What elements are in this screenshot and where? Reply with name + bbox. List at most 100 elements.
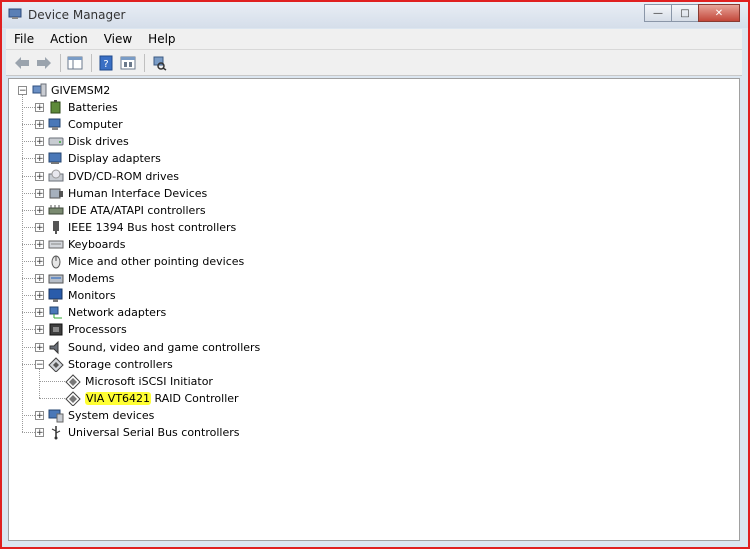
expand-expander[interactable]: + (35, 120, 44, 130)
expand-expander[interactable]: + (35, 428, 44, 438)
device-node[interactable]: Microsoft iSCSI Initiator (65, 373, 213, 390)
expand-expander[interactable]: + (35, 222, 44, 232)
device-category-node[interactable]: + Sound, video and game controllers (35, 339, 260, 356)
scan-hardware-changes-button[interactable] (149, 54, 169, 72)
expand-expander[interactable]: + (35, 154, 44, 164)
device-category-label: Storage controllers (68, 357, 173, 371)
device-category-node[interactable]: + Mice and other pointing devices (35, 253, 244, 270)
expand-expander[interactable]: + (35, 137, 44, 147)
expand-expander[interactable]: + (35, 171, 44, 181)
tree-connector (22, 278, 35, 280)
device-manager-window: Device Manager — □ ✕ File Action View He… (0, 0, 750, 549)
device-category-node[interactable]: − Storage controllers (35, 356, 173, 373)
storage-controller-icon (65, 373, 81, 389)
device-category-label: Universal Serial Bus controllers (68, 426, 240, 439)
device-node[interactable]: VIA VT6421 RAID Controller (65, 390, 239, 407)
tree-connector (22, 124, 35, 126)
device-manager-app-icon (8, 8, 22, 19)
device-category-label: DVD/CD-ROM drives (68, 169, 179, 183)
tree-connector (22, 414, 35, 416)
device-category-node[interactable]: + Network adapters (35, 304, 166, 321)
help-button[interactable]: ? (96, 54, 116, 72)
expand-expander[interactable]: + (35, 325, 44, 335)
device-category-node[interactable]: + Universal Serial Bus controllers (35, 424, 239, 441)
usb-icon (48, 426, 64, 440)
menu-view[interactable]: View (96, 32, 140, 46)
expand-expander[interactable]: + (35, 308, 44, 318)
back-arrow-icon (15, 56, 29, 69)
show-hide-console-tree-button[interactable] (65, 54, 85, 72)
tree-connector (22, 363, 35, 365)
device-category-node[interactable]: + Modems (35, 270, 114, 287)
device-category-label: Batteries (68, 101, 118, 115)
forward-button[interactable] (34, 54, 54, 72)
menu-help[interactable]: Help (140, 32, 183, 46)
display-adapter-icon (48, 152, 64, 166)
tree-connector (22, 243, 35, 245)
tree-connector (22, 432, 35, 433)
device-category-node[interactable]: + Keyboards (35, 236, 125, 253)
device-tree-pane[interactable]: − GIVEMSM2 + Batteries + Computer + Disk drives… (8, 78, 740, 541)
tree-connector (39, 368, 40, 398)
menu-file[interactable]: File (6, 32, 42, 46)
expand-expander[interactable]: + (35, 291, 44, 301)
back-button[interactable] (12, 54, 32, 72)
maximize-button[interactable]: □ (671, 4, 699, 22)
device-category-node[interactable]: + Processors (35, 321, 127, 338)
tree-connector (22, 141, 35, 143)
tree-connector (22, 261, 35, 262)
tree-root-node[interactable]: − GIVEMSM2 (18, 82, 110, 99)
computer-icon (31, 83, 47, 98)
expand-expander[interactable]: + (35, 188, 44, 198)
expand-expander[interactable]: + (35, 103, 44, 113)
minimize-button[interactable]: — (644, 4, 672, 22)
properties-icon (120, 56, 136, 69)
expand-expander[interactable]: + (35, 205, 44, 215)
expand-expander[interactable]: + (35, 274, 44, 284)
toolbar-separator (60, 53, 61, 72)
device-category-node[interactable]: + Disk drives (35, 133, 129, 150)
device-category-node[interactable]: + Display adapters (35, 150, 161, 167)
tree-connector (22, 95, 23, 432)
properties-button[interactable] (118, 54, 138, 72)
disk-drive-icon (48, 135, 64, 149)
tree-connector (22, 158, 35, 160)
forward-arrow-icon (37, 56, 51, 69)
tree-connector (22, 107, 35, 109)
keyboard-icon (48, 237, 64, 251)
tree-connector (22, 226, 35, 228)
device-category-node[interactable]: + Computer (35, 116, 123, 133)
collapse-expander[interactable]: − (18, 86, 27, 96)
device-category-node[interactable]: + IEEE 1394 Bus host controllers (35, 219, 236, 236)
device-category-node[interactable]: + DVD/CD-ROM drives (35, 168, 179, 185)
computer-icon (48, 118, 64, 132)
tree-connector (39, 380, 65, 382)
collapse-expander[interactable]: − (35, 359, 44, 369)
menu-action[interactable]: Action (42, 32, 96, 46)
device-label: VIA VT6421 RAID Controller (85, 391, 239, 405)
title-bar[interactable]: Device Manager — □ ✕ (2, 2, 748, 28)
toolbar: ? (6, 50, 742, 76)
tree-connector (39, 397, 65, 399)
device-category-label: Mice and other pointing devices (68, 255, 245, 268)
sound-icon (48, 340, 64, 354)
expand-expander[interactable]: + (35, 257, 44, 267)
device-category-node[interactable]: + Monitors (35, 287, 116, 304)
mouse-icon (48, 255, 64, 269)
device-category-node[interactable]: + IDE ATA/ATAPI controllers (35, 202, 206, 219)
close-button[interactable]: ✕ (698, 4, 740, 22)
ide-controller-icon (48, 203, 64, 217)
device-label: Microsoft iSCSI Initiator (85, 374, 213, 388)
expand-expander[interactable]: + (35, 410, 44, 420)
device-category-label: Monitors (68, 289, 116, 303)
help-icon: ? (99, 55, 113, 70)
tree-root-label: GIVEMSM2 (51, 84, 111, 97)
device-category-node[interactable]: + System devices (35, 407, 154, 424)
device-category-label: IEEE 1394 Bus host controllers (68, 220, 237, 234)
device-category-node[interactable]: + Human Interface Devices (35, 185, 207, 202)
window-title: Device Manager (28, 8, 126, 22)
tree-connector (22, 329, 35, 331)
expand-expander[interactable]: + (35, 239, 44, 249)
expand-expander[interactable]: + (35, 342, 44, 352)
device-category-node[interactable]: + Batteries (35, 99, 118, 116)
